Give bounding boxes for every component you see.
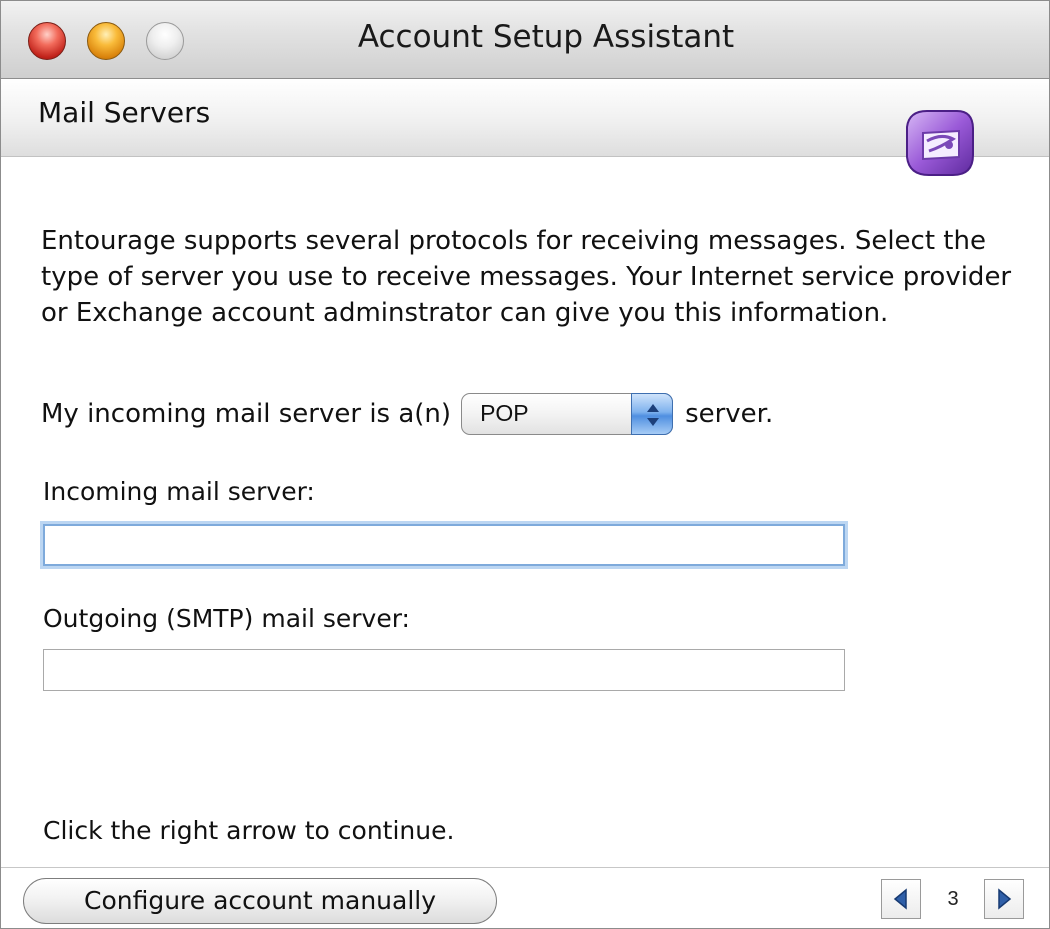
next-page-button[interactable] [984, 879, 1024, 919]
server-type-row: My incoming mail server is a(n) POP serv… [41, 391, 773, 437]
outgoing-server-input[interactable] [43, 649, 845, 691]
instructions-text: Entourage supports several protocols for… [41, 226, 1012, 328]
page-number: 3 [947, 888, 959, 910]
title-bar[interactable]: Account Setup Assistant [1, 1, 1049, 79]
incoming-server-input[interactable] [43, 524, 845, 566]
configure-manually-button[interactable]: Configure account manually [23, 878, 497, 924]
footer-divider [1, 867, 1049, 868]
assistant-window: Account Setup Assistant Mail Servers Ent… [0, 0, 1050, 929]
right-arrow-icon [998, 888, 1012, 910]
server-type-suffix: server. [685, 399, 774, 429]
previous-page-button[interactable] [881, 879, 921, 919]
page-header: Mail Servers [1, 79, 1049, 176]
left-arrow-icon [893, 888, 907, 910]
server-type-prefix: My incoming mail server is a(n) [41, 399, 452, 429]
continue-hint: Click the right arrow to continue. [43, 816, 455, 845]
page-title: Mail Servers [38, 96, 211, 129]
entourage-logo-icon [899, 105, 979, 183]
server-type-popup[interactable]: POP [461, 393, 674, 435]
window-title: Account Setup Assistant [357, 19, 735, 55]
outgoing-server-label: Outgoing (SMTP) mail server: [43, 604, 410, 633]
popup-arrows-icon [631, 393, 674, 435]
server-type-value: POP [480, 400, 529, 426]
incoming-server-label: Incoming mail server: [43, 477, 315, 506]
